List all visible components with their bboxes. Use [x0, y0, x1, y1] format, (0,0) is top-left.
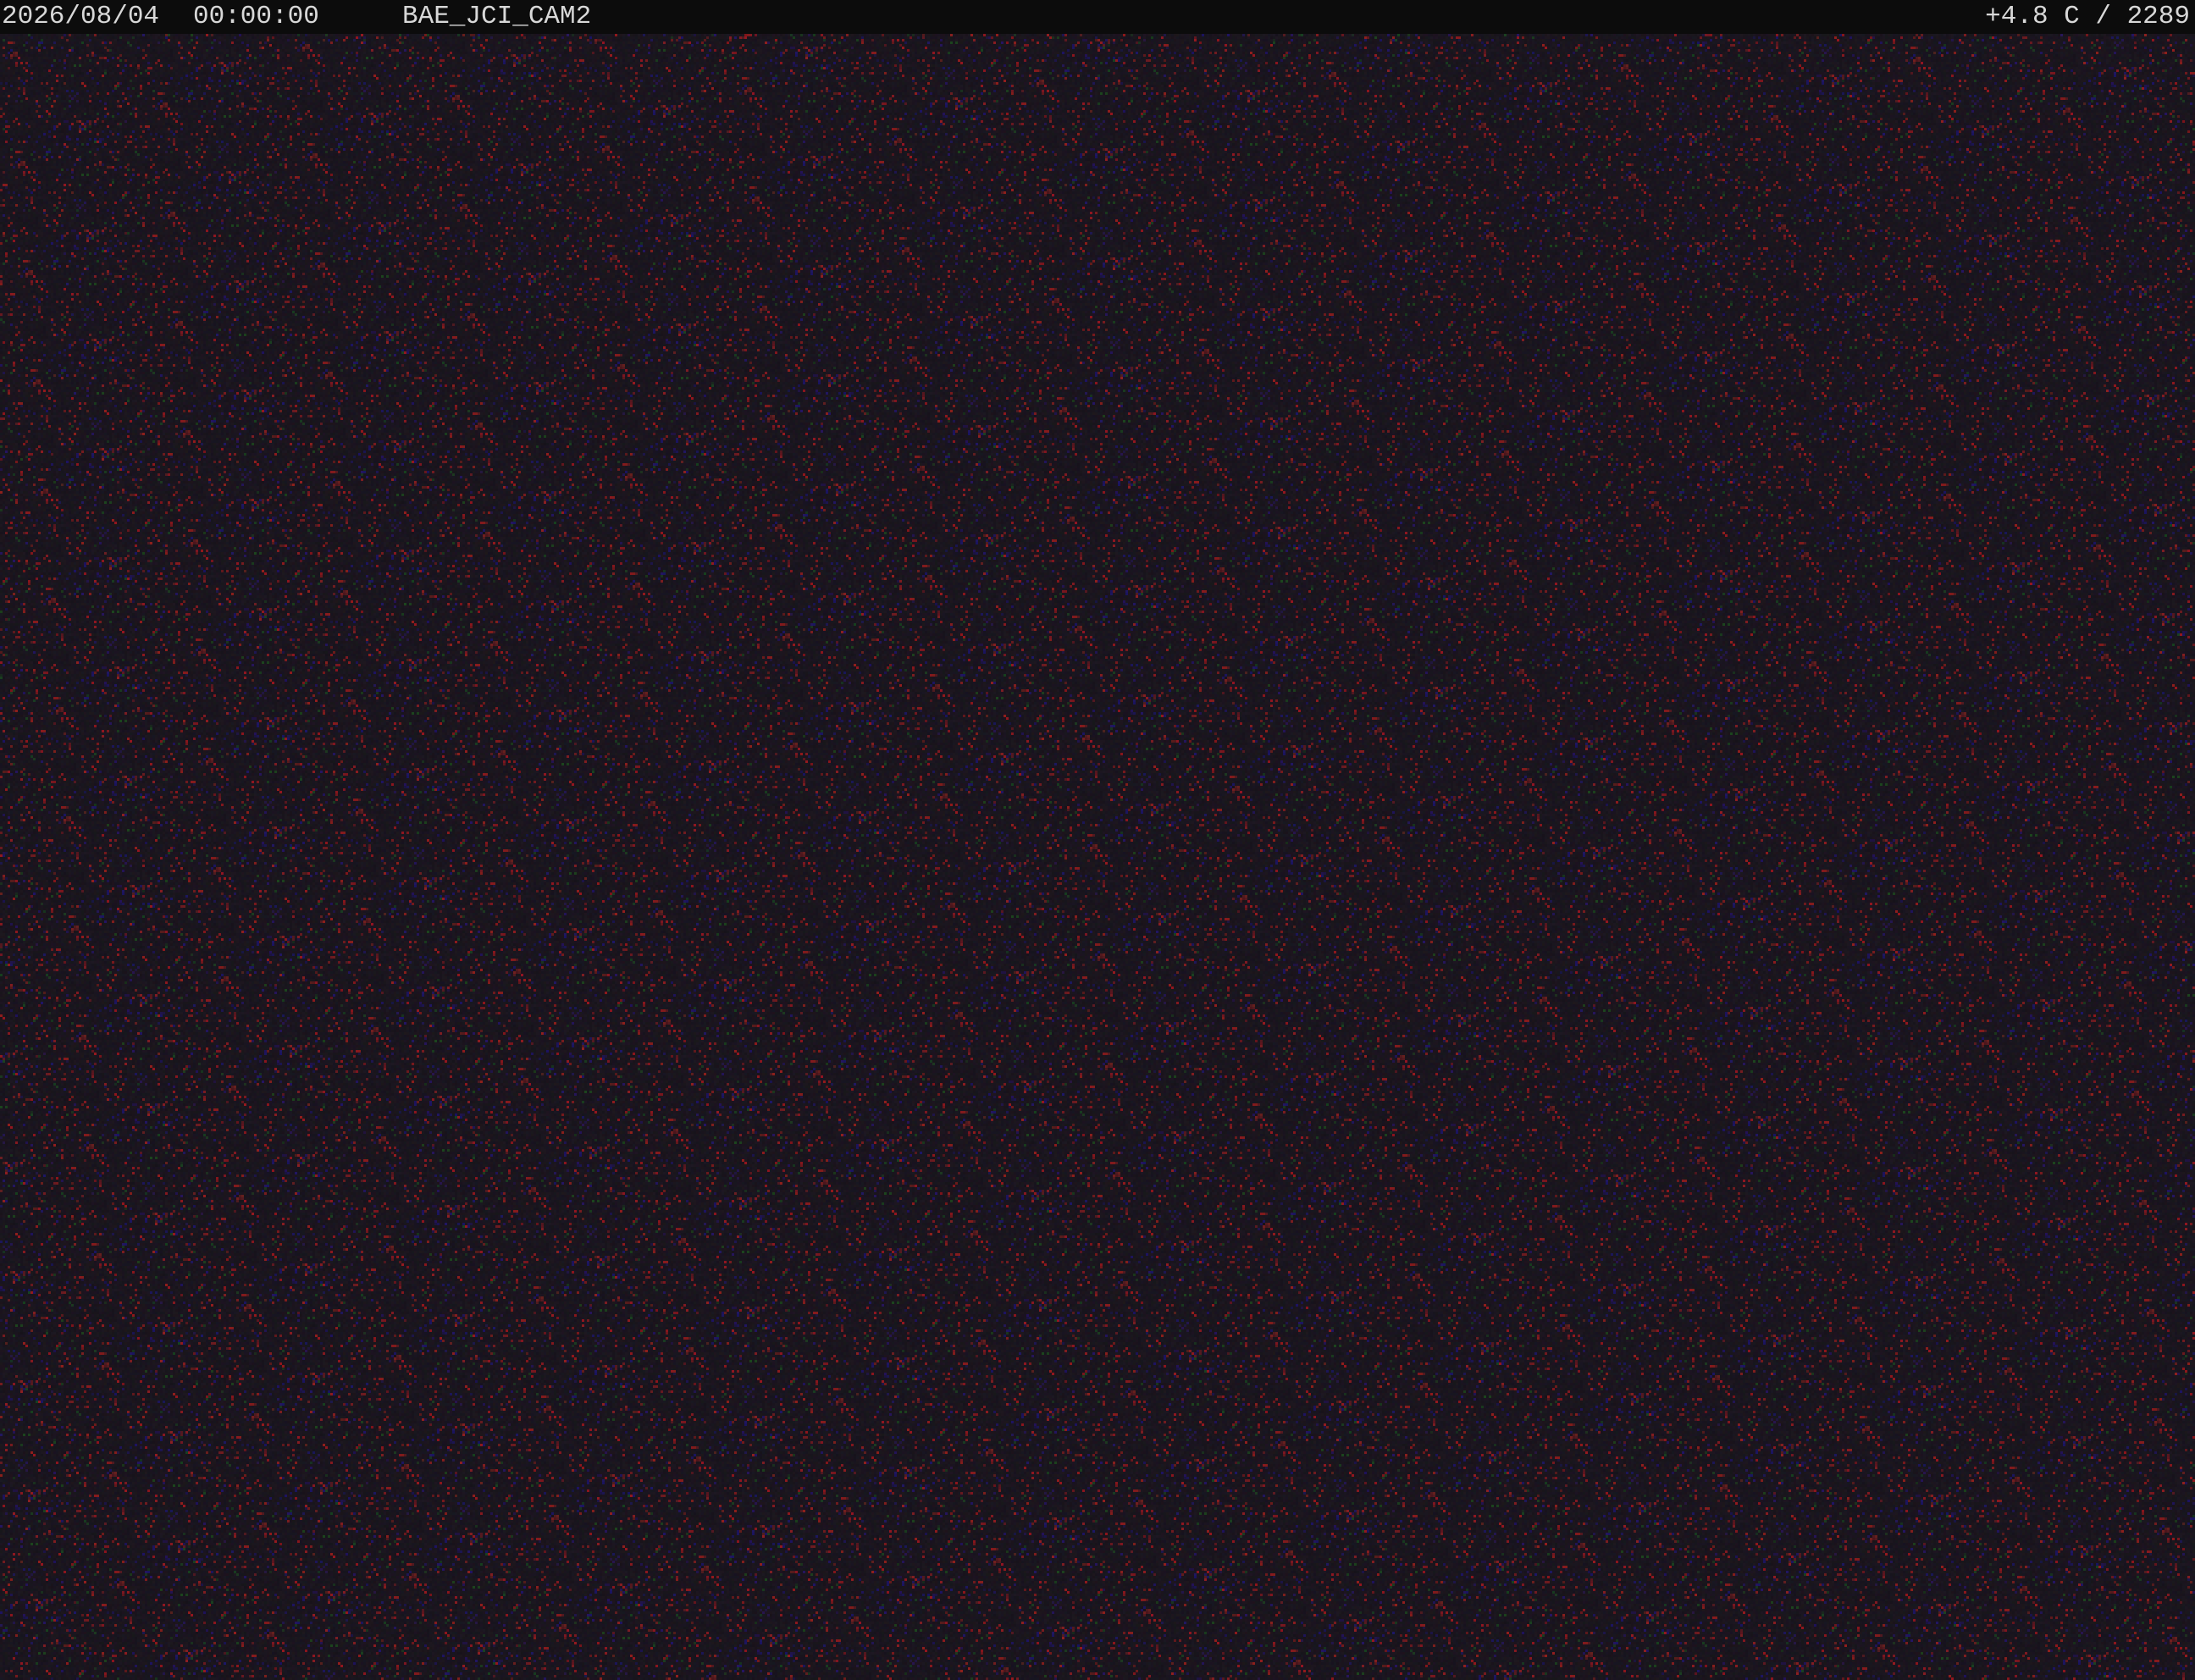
overlay-temperature-info: +4.8 C / 2289 [1985, 2, 2190, 31]
sensor-noise-layer [0, 34, 2195, 1680]
timestamp-overlay-bar: 2026/08/04 00:00:00 BAE_JCI_CAM2 +4.8 C … [0, 0, 2195, 34]
webcam-frame: 2026/08/04 00:00:00 BAE_JCI_CAM2 +4.8 C … [0, 0, 2195, 1680]
overlay-camera-name: BAE_JCI_CAM2 [402, 2, 592, 31]
night-sky-scene [0, 34, 2195, 1680]
overlay-time: 00:00:00 [193, 2, 319, 31]
overlay-date: 2026/08/04 [2, 2, 160, 31]
